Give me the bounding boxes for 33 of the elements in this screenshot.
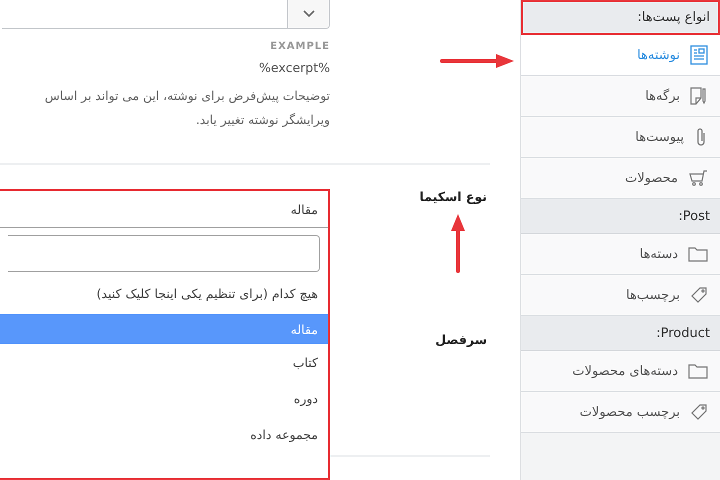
page-pencil-icon <box>690 86 708 106</box>
example-value: %excerpt% <box>258 60 330 75</box>
example-label: EXAMPLE <box>269 41 330 52</box>
folder-icon <box>688 363 708 379</box>
folder-icon <box>688 246 708 262</box>
field-label: سرفصل <box>434 332 487 347</box>
section-header: Post: <box>521 199 720 234</box>
sidebar-item[interactable]: برچسب‌ها <box>521 275 720 316</box>
annotation-arrow <box>450 213 466 273</box>
cart-icon <box>688 168 708 188</box>
search-field[interactable] <box>8 235 320 272</box>
selected-value[interactable]: مقاله <box>0 191 328 228</box>
section-header: Product: <box>521 316 720 351</box>
sidebar-item[interactable]: پیوست‌ها <box>521 117 720 158</box>
document-icon <box>690 45 708 65</box>
dropdown-option[interactable]: کتاب <box>0 344 328 380</box>
dropdown-option[interactable]: دوره <box>0 380 328 416</box>
dropdown-option[interactable]: مجموعه داده <box>0 416 328 452</box>
sidebar-item[interactable]: محصولات <box>521 158 720 199</box>
field-label: نوع اسکیما <box>418 189 487 204</box>
sidebar-item[interactable]: دسته‌های محصولات <box>521 351 720 392</box>
section-header: انواع پست‌ها: <box>521 0 720 35</box>
tag-icon <box>690 286 708 304</box>
sidebar-item[interactable]: دسته‌ها <box>521 234 720 275</box>
chevron-button[interactable] <box>287 0 329 28</box>
description-text: توضیحات پیش‌فرض برای نوشته، این می تواند بر اساس <box>44 88 330 105</box>
description-text: ویرایشگر نوشته تغییر یابد. <box>194 112 330 129</box>
tag-icon <box>690 403 708 421</box>
sidebar-item[interactable]: برچسب محصولات <box>521 392 720 433</box>
chevron-down-icon <box>302 10 314 18</box>
select-field[interactable] <box>2 0 330 29</box>
sidebar-item[interactable]: برگه‌ها <box>521 76 720 117</box>
dropdown-option[interactable]: هیچ کدام (برای تنظیم یکی اینجا کلیک کنید) <box>0 272 328 314</box>
